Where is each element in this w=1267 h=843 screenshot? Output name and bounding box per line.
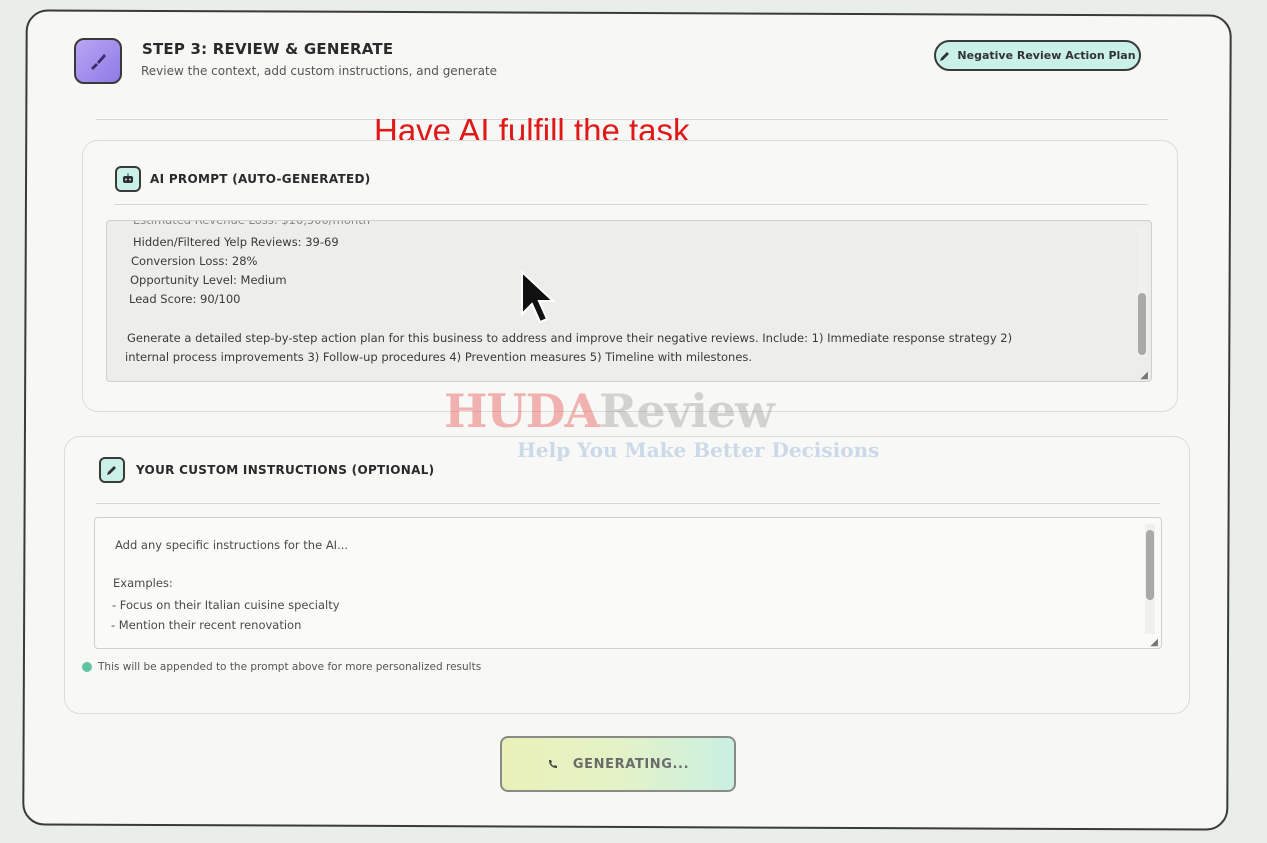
pencil-icon [99,457,125,483]
pencil-icon [940,51,950,61]
placeholder-line: Examples: [113,576,173,590]
resize-handle-icon[interactable]: ◢ [1150,637,1158,648]
prompt-line: internal process improvements 3) Follow-… [125,350,753,364]
ai-prompt-scroll-thumb[interactable] [1138,293,1146,355]
watermark-logo: HUDAReview [444,384,775,438]
prompt-line: Generate a detailed step-by-step action … [127,331,1013,345]
ai-prompt-textarea[interactable]: Estimated Revenue Loss: $16,500/month Hi… [106,220,1152,382]
prompt-line: Lead Score: 90/100 [129,292,241,306]
placeholder-line: - Focus on their Italian cuisine special… [112,598,340,612]
ai-prompt-title: AI PROMPT (AUTO-GENERATED) [150,172,371,186]
negative-review-action-plan-button[interactable]: Negative Review Action Plan [934,40,1141,71]
mouse-cursor-icon [521,270,556,324]
custom-instructions-textarea[interactable]: Add any specific instructions for the AI… [94,517,1162,649]
custom-scroll-thumb[interactable] [1146,530,1154,600]
watermark-tagline: Help You Make Better Decisions [517,438,880,462]
info-icon [82,662,92,672]
placeholder-line: Add any specific instructions for the AI… [115,538,349,552]
prompt-line: Opportunity Level: Medium [130,273,287,287]
custom-instructions-title: YOUR CUSTOM INSTRUCTIONS (OPTIONAL) [136,463,435,477]
custom-scrollbar[interactable] [1145,524,1155,634]
step-subtitle: Review the context, add custom instructi… [141,64,498,78]
generate-button-label: GENERATING... [572,756,690,772]
prompt-line-clipped: Estimated Revenue Loss: $16,500/month [133,220,370,227]
append-hint: This will be appended to the prompt abov… [82,661,481,673]
custom-divider [96,503,1160,504]
step-title: STEP 3: REVIEW & GENERATE [142,40,394,58]
brush-icon [74,38,122,84]
prompt-line: Conversion Loss: 28% [131,254,258,268]
placeholder-line: - Mention their recent renovation [111,618,302,632]
resize-handle-icon[interactable]: ◢ [1140,370,1148,381]
action-plan-label: Negative Review Action Plan [957,49,1136,62]
append-hint-text: This will be appended to the prompt abov… [98,661,482,673]
ai-prompt-scrollbar[interactable] [1137,227,1147,357]
prompt-line: Hidden/Filtered Yelp Reviews: 39-69 [133,235,339,249]
robot-icon [115,166,141,192]
generate-button[interactable]: GENERATING... [500,736,736,792]
ai-prompt-divider [114,204,1148,205]
phone-icon [548,760,557,768]
